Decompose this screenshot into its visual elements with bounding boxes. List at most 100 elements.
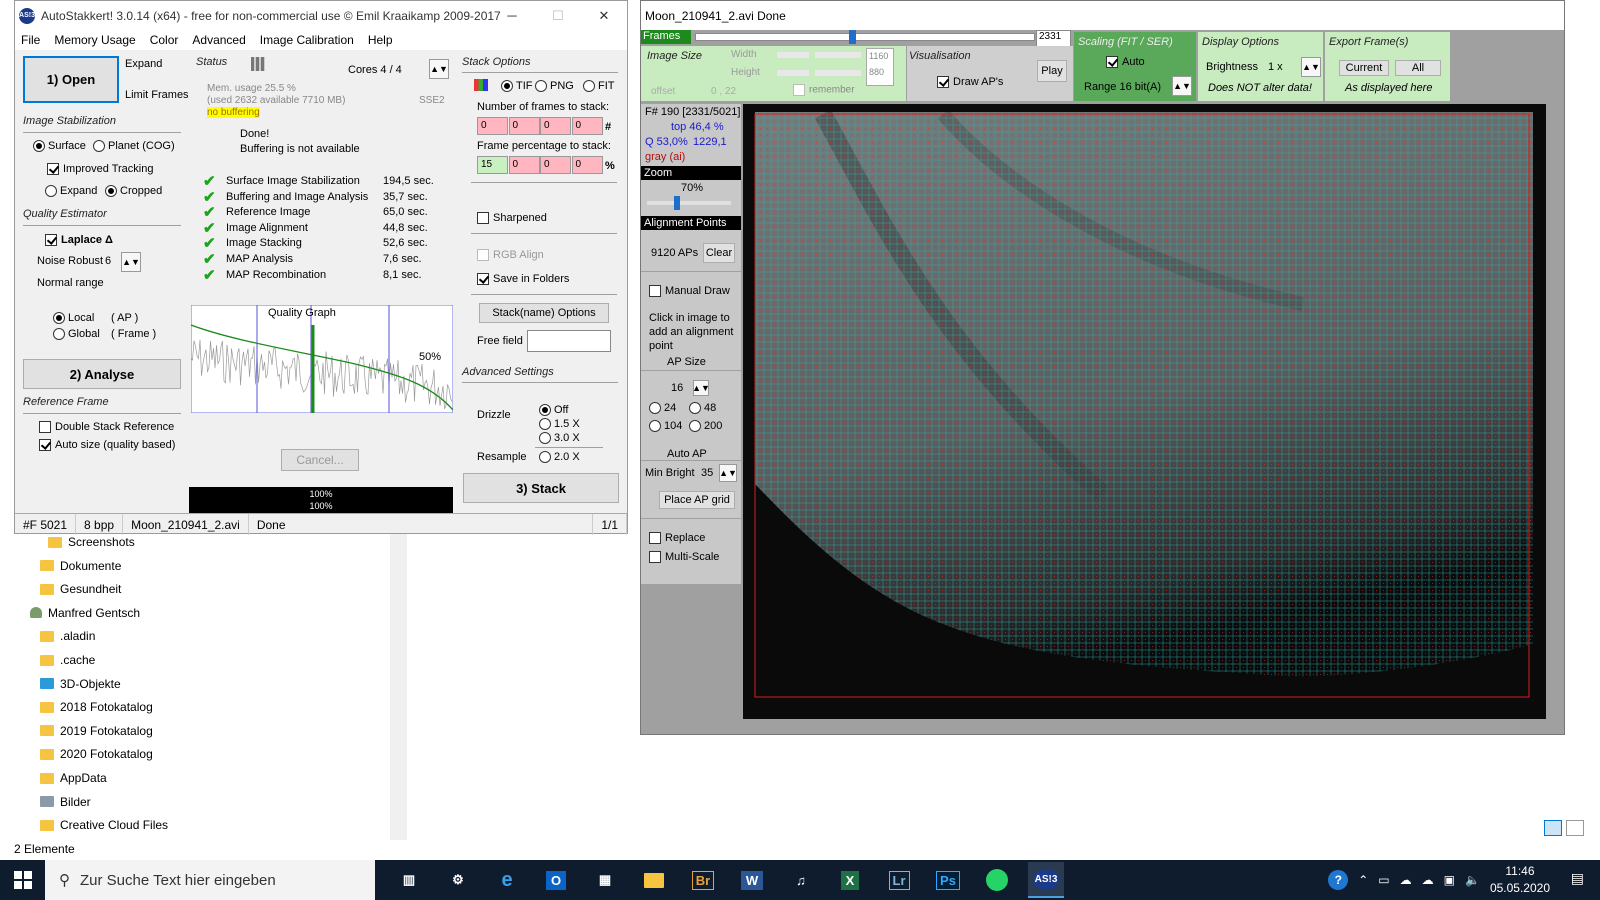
- tiles-view-icon[interactable]: [1566, 820, 1584, 836]
- explorer-tree-item[interactable]: Dokumente: [40, 556, 121, 576]
- menu-item[interactable]: Image Calibration: [260, 33, 354, 47]
- explorer-tree-item[interactable]: AppData: [40, 768, 107, 788]
- stackname-options-button[interactable]: Stack(name) Options: [479, 303, 609, 323]
- volume-icon[interactable]: 🔈: [1465, 873, 1480, 887]
- stack-value-field[interactable]: 0: [540, 156, 571, 174]
- scaling-auto-checkbox[interactable]: Auto: [1106, 56, 1145, 69]
- clear-aps-button[interactable]: Clear: [703, 243, 735, 263]
- excel-icon[interactable]: X: [832, 862, 868, 898]
- remember-checkbox[interactable]: remember: [793, 84, 855, 96]
- explorer-tree-item[interactable]: Creative Cloud Files: [40, 815, 168, 835]
- improved-tracking-checkbox[interactable]: Improved Tracking: [47, 163, 153, 176]
- explorer-tree-item[interactable]: 3D-Objekte: [40, 674, 121, 694]
- stack-value-field[interactable]: 0: [571, 117, 603, 135]
- double-stack-checkbox[interactable]: Double Stack Reference: [39, 421, 174, 434]
- explorer-tree-item[interactable]: 2019 Fotokatalog: [40, 721, 153, 741]
- expand-label[interactable]: Expand: [125, 58, 162, 70]
- global-radio[interactable]: Global: [53, 328, 100, 341]
- free-field-input[interactable]: [527, 330, 611, 352]
- multi-scale-checkbox[interactable]: Multi-Scale: [649, 551, 719, 564]
- open-button[interactable]: 1) Open: [23, 56, 119, 103]
- settings-gear-icon[interactable]: ⚙: [440, 862, 476, 898]
- export-current-button[interactable]: Current: [1339, 60, 1389, 76]
- frame-slider-thumb[interactable]: [849, 30, 857, 44]
- manual-draw-checkbox[interactable]: Manual Draw: [649, 285, 730, 298]
- explorer-tree-item[interactable]: Gesundheit: [40, 579, 121, 599]
- explorer-tree-item[interactable]: 2020 Fotokatalog: [40, 744, 153, 764]
- clock[interactable]: 11:46 05.05.2020: [1490, 863, 1550, 897]
- limit-frames-label[interactable]: Limit Frames: [125, 89, 189, 101]
- task-view-icon[interactable]: ▥: [391, 862, 427, 898]
- frame-slider[interactable]: [695, 30, 1035, 44]
- close-icon[interactable]: ✕: [581, 1, 627, 30]
- width-slider-2[interactable]: [815, 52, 861, 58]
- analyse-button[interactable]: 2) Analyse: [23, 359, 181, 389]
- lightroom-icon[interactable]: Lr: [881, 862, 917, 898]
- menu-item[interactable]: Advanced: [192, 33, 245, 47]
- stack-value-field[interactable]: 0: [571, 156, 603, 174]
- rgb-align-checkbox[interactable]: RGB Align: [477, 249, 544, 262]
- auto-size-checkbox[interactable]: Auto size (quality based): [39, 439, 175, 452]
- tif-radio[interactable]: TIF: [501, 80, 533, 93]
- explorer-tree-item[interactable]: 2018 Fotokatalog: [40, 697, 153, 717]
- stack-button[interactable]: 3) Stack: [463, 473, 619, 503]
- drizzle-3x-radio[interactable]: 3.0 X: [539, 432, 580, 445]
- noise-stepper-icon[interactable]: ▲▼: [121, 252, 141, 272]
- surface-radio[interactable]: Surface: [33, 140, 86, 153]
- network-icon[interactable]: ▣: [1444, 873, 1455, 887]
- cores-stepper-icon[interactable]: ▲▼: [429, 59, 449, 79]
- ap-size-104-radio[interactable]: 104: [649, 420, 682, 433]
- export-all-button[interactable]: All: [1395, 60, 1441, 76]
- play-button[interactable]: Play: [1037, 60, 1067, 82]
- view-toggle[interactable]: [1544, 820, 1590, 838]
- ap-size-stepper-icon[interactable]: ▲▼: [692, 380, 710, 396]
- height-slider-2[interactable]: [815, 70, 861, 76]
- menu-item[interactable]: Memory Usage: [54, 33, 135, 47]
- stack-value-field[interactable]: 0: [540, 117, 571, 135]
- local-radio[interactable]: Local: [53, 312, 94, 325]
- brightness-stepper-icon[interactable]: ▲▼: [1301, 57, 1321, 77]
- drizzle-off-radio[interactable]: Off: [539, 404, 568, 417]
- explorer-tree-item[interactable]: Screenshots: [48, 532, 135, 552]
- word-icon[interactable]: W: [734, 862, 770, 898]
- explorer-tree-item[interactable]: .aladin: [40, 626, 95, 646]
- zoom-slider-thumb[interactable]: [674, 196, 681, 210]
- photoshop-icon[interactable]: Ps: [930, 862, 966, 898]
- stack-value-field[interactable]: 15: [477, 156, 508, 174]
- maximize-icon[interactable]: ☐: [535, 1, 581, 30]
- whatsapp-icon[interactable]: [979, 862, 1015, 898]
- details-view-icon[interactable]: [1544, 820, 1562, 836]
- edge-icon[interactable]: e: [489, 862, 525, 898]
- cloud-sync-icon[interactable]: ☁: [1422, 873, 1434, 887]
- stack-value-field[interactable]: 0: [477, 117, 508, 135]
- notification-center-icon[interactable]: ▤: [1571, 870, 1584, 887]
- explorer-tree-item[interactable]: Manfred Gentsch: [30, 603, 140, 623]
- planet-radio[interactable]: Planet (COG): [93, 140, 175, 153]
- draw-aps-checkbox[interactable]: Draw AP's: [937, 76, 1003, 89]
- minimize-icon[interactable]: ─: [489, 1, 535, 30]
- outlook-icon[interactable]: O: [538, 862, 574, 898]
- cancel-button[interactable]: Cancel...: [281, 449, 359, 471]
- chevron-up-icon[interactable]: ⌃: [1358, 873, 1368, 887]
- laplace-checkbox[interactable]: Laplace Δ: [45, 234, 113, 247]
- ap-size-48-radio[interactable]: 48: [689, 402, 716, 415]
- stack-value-field[interactable]: 0: [508, 156, 540, 174]
- bridge-icon[interactable]: Br: [685, 862, 721, 898]
- explorer-tree-item[interactable]: .cache: [40, 650, 95, 670]
- expand-radio[interactable]: Expand: [45, 185, 97, 198]
- cloud-icon[interactable]: ☁: [1400, 873, 1412, 887]
- battery-icon[interactable]: ▭: [1378, 873, 1389, 887]
- help-icon[interactable]: ?: [1328, 870, 1349, 890]
- menu-item[interactable]: Color: [150, 33, 179, 47]
- place-ap-grid-button[interactable]: Place AP grid: [659, 491, 735, 509]
- save-in-folders-checkbox[interactable]: Save in Folders: [477, 273, 569, 286]
- windows-start-icon[interactable]: [14, 871, 32, 889]
- zoom-slider[interactable]: [647, 196, 731, 210]
- ap-size-24-radio[interactable]: 24: [649, 402, 676, 415]
- cropped-radio[interactable]: Cropped: [105, 185, 162, 198]
- resample-2x-radio[interactable]: 2.0 X: [539, 451, 580, 464]
- explorer-tree-item[interactable]: Bilder: [40, 792, 91, 812]
- height-slider[interactable]: [777, 70, 809, 76]
- moon-image-canvas[interactable]: [743, 104, 1546, 719]
- notification-bell-icon[interactable]: ♫: [783, 862, 819, 898]
